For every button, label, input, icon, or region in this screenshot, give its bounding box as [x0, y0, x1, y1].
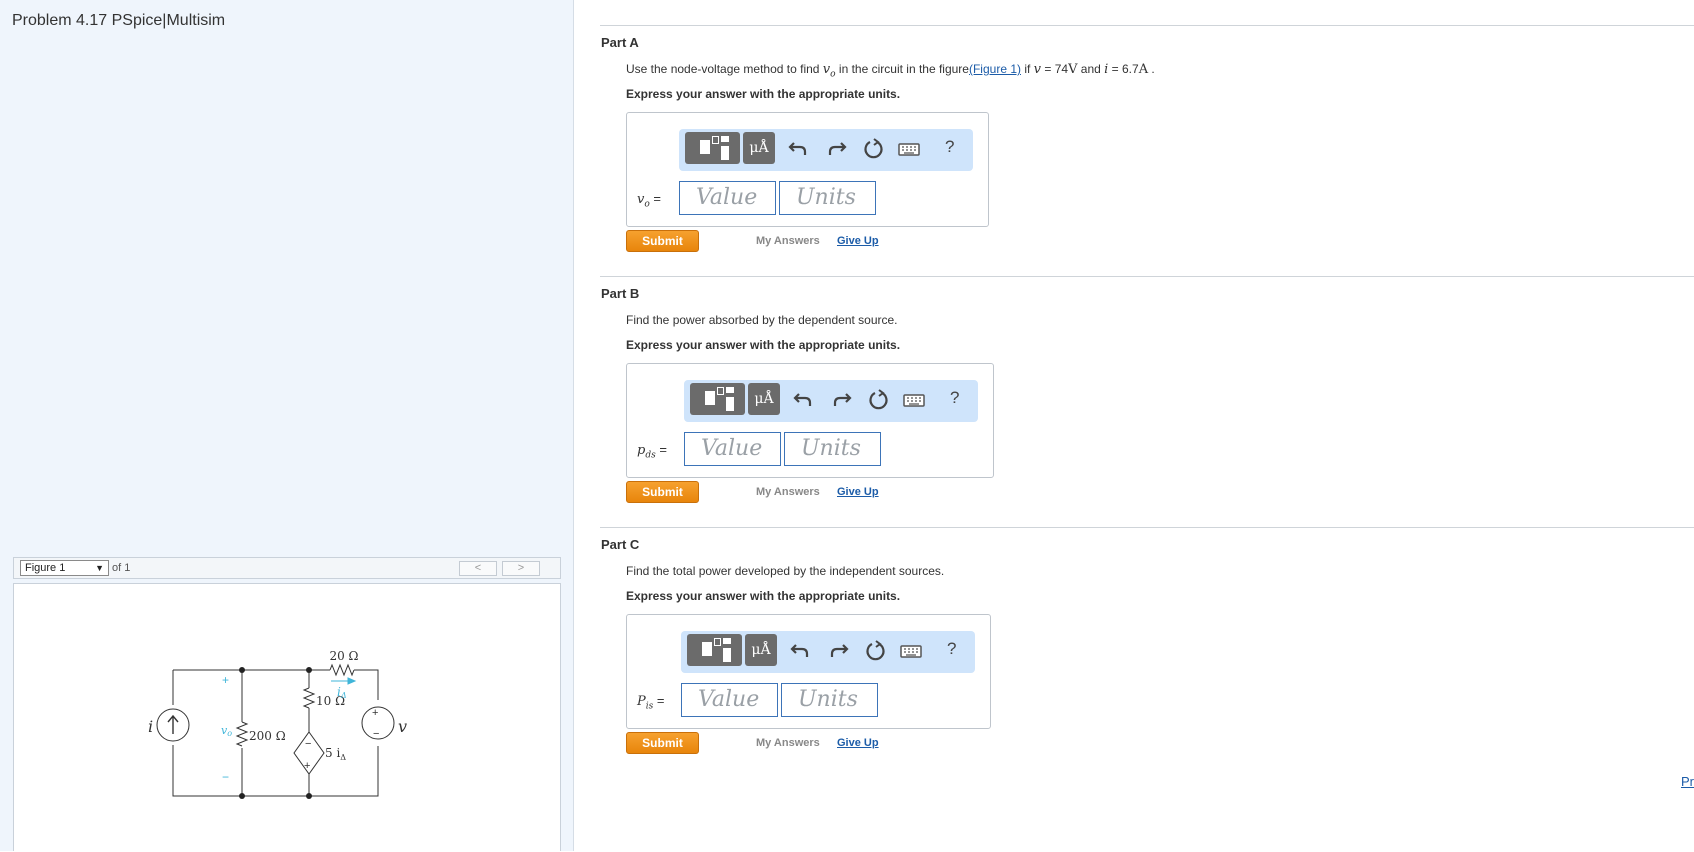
label-200ohm: 200 Ω [249, 729, 286, 743]
part-c-answer-box: μÅ ? Pis = Value Units [626, 614, 991, 729]
submit-button[interactable]: Submit [626, 481, 699, 503]
template-icon[interactable] [690, 383, 745, 415]
help-icon[interactable]: ? [947, 639, 956, 659]
part-a-label: Part A [601, 35, 639, 50]
math-toolbar: μÅ ? [681, 631, 975, 673]
redo-icon[interactable] [824, 137, 848, 161]
label-i-delta: iΔ [337, 685, 347, 700]
divider [600, 25, 1694, 26]
part-a-variable: vo = [637, 191, 661, 210]
template-icon[interactable] [687, 634, 742, 666]
label-dependent-source: 5 iΔ [325, 746, 346, 762]
next-problem-link[interactable]: Pr [1681, 774, 1694, 789]
figure-next-button[interactable]: > [502, 561, 540, 576]
submit-button[interactable]: Submit [626, 732, 699, 754]
units-icon[interactable]: μÅ [743, 132, 775, 164]
redo-icon[interactable] [826, 639, 850, 663]
circuit-diagram: 20 Ω 10 Ω 200 Ω i v + − vo iΔ + − − + 5 … [148, 649, 407, 799]
vsource-plus: + [372, 707, 378, 719]
label-vo: vo [221, 724, 232, 738]
units-input[interactable]: Units [781, 683, 878, 717]
units-icon[interactable]: μÅ [748, 383, 780, 415]
units-input[interactable]: Units [779, 181, 876, 215]
part-b: Part B Find the power absorbed by the de… [575, 276, 1694, 511]
right-panel: Part A Use the node-voltage method to fi… [575, 0, 1694, 851]
value-input[interactable]: Value [684, 432, 781, 466]
figure-panel: 20 Ω 10 Ω 200 Ω i v + − vo iΔ + − − + 5 … [13, 583, 561, 851]
my-answers-link[interactable]: My Answers [756, 737, 820, 749]
submit-button[interactable]: Submit [626, 230, 699, 252]
figure-select[interactable]: Figure 1 ▼ [20, 560, 109, 576]
my-answers-link[interactable]: My Answers [756, 235, 820, 247]
part-b-label: Part B [601, 286, 640, 301]
part-c: Part C Find the total power developed by… [575, 527, 1694, 762]
i-delta-arrow-icon [331, 677, 357, 685]
vo-minus: − [222, 770, 229, 784]
label-v: v [398, 717, 407, 736]
math-toolbar: μÅ ? [679, 129, 973, 171]
undo-icon[interactable] [789, 639, 813, 663]
vo-plus: + [222, 673, 229, 687]
current-arrow-icon [167, 714, 179, 734]
vsource-minus: − [373, 728, 379, 740]
divider [600, 527, 1694, 528]
units-input[interactable]: Units [784, 432, 881, 466]
keyboard-icon[interactable] [897, 137, 921, 161]
part-a-answer-box: μÅ ? vo = Value Units [626, 112, 989, 227]
part-b-variable: pds = [637, 442, 667, 461]
undo-icon[interactable] [792, 388, 816, 412]
reset-icon[interactable] [864, 639, 888, 663]
left-panel: Problem 4.17 PSpice|Multisim Figure 1 ▼ … [0, 0, 574, 851]
figure-link[interactable]: (Figure 1) [969, 62, 1021, 76]
my-answers-link[interactable]: My Answers [756, 486, 820, 498]
part-b-prompt: Find the power absorbed by the dependent… [626, 313, 898, 327]
reset-icon[interactable] [867, 388, 891, 412]
units-icon[interactable]: μÅ [745, 634, 777, 666]
give-up-link[interactable]: Give Up [837, 235, 879, 247]
dep-minus: − [305, 738, 311, 750]
part-a-instructions: Express your answer with the appropriate… [626, 87, 901, 101]
part-c-variable: Pis = [637, 693, 665, 712]
undo-icon[interactable] [787, 137, 811, 161]
chevron-down-icon: ▼ [95, 563, 104, 573]
part-a-prompt: Use the node-voltage method to find vo i… [626, 62, 1155, 80]
value-input[interactable]: Value [679, 181, 776, 215]
help-icon[interactable]: ? [950, 388, 959, 408]
help-icon[interactable]: ? [945, 137, 954, 157]
math-toolbar: μÅ ? [684, 380, 978, 422]
template-icon[interactable] [685, 132, 740, 164]
part-b-answer-box: μÅ ? pds = Value Units [626, 363, 994, 478]
part-c-prompt: Find the total power developed by the in… [626, 564, 945, 578]
keyboard-icon[interactable] [899, 639, 923, 663]
part-c-label: Part C [601, 537, 640, 552]
figure-prev-button[interactable]: < [459, 561, 497, 576]
problem-title: Problem 4.17 PSpice|Multisim [12, 12, 226, 29]
figure-toolbar: Figure 1 ▼ of 1 < > [13, 557, 561, 579]
keyboard-icon[interactable] [902, 388, 926, 412]
value-input[interactable]: Value [681, 683, 778, 717]
reset-icon[interactable] [862, 137, 886, 161]
dep-plus: + [304, 760, 310, 772]
part-b-instructions: Express your answer with the appropriate… [626, 338, 901, 352]
label-i: i [148, 717, 153, 736]
label-20ohm: 20 Ω [329, 649, 358, 663]
give-up-link[interactable]: Give Up [837, 486, 879, 498]
figure-count: of 1 [112, 562, 131, 574]
figure-select-value: Figure 1 [25, 562, 66, 574]
part-a: Part A Use the node-voltage method to fi… [575, 25, 1694, 260]
give-up-link[interactable]: Give Up [837, 737, 879, 749]
redo-icon[interactable] [829, 388, 853, 412]
divider [600, 276, 1694, 277]
part-c-instructions: Express your answer with the appropriate… [626, 589, 901, 603]
